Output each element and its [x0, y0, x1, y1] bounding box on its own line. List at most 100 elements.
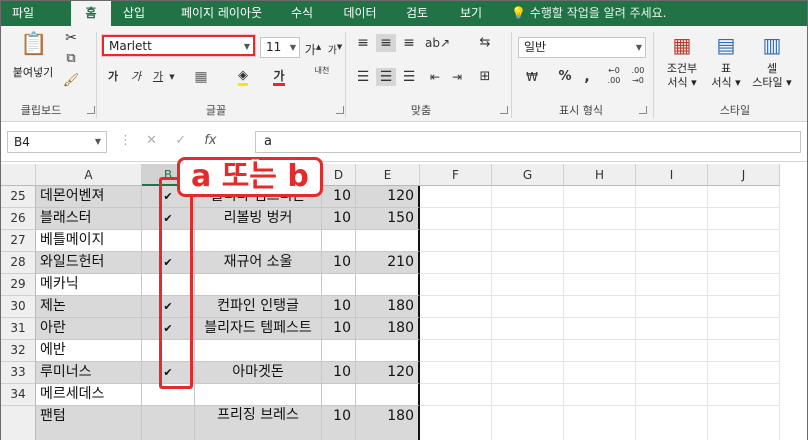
- column-header-e[interactable]: E: [356, 164, 420, 186]
- orientation-icon[interactable]: ab↗: [425, 34, 450, 52]
- cell-i[interactable]: [636, 186, 708, 208]
- row-header[interactable]: 28: [1, 252, 36, 274]
- cell-g[interactable]: [492, 296, 564, 318]
- cell-i[interactable]: [636, 296, 708, 318]
- row-header[interactable]: 25: [1, 186, 36, 208]
- cell-j[interactable]: [708, 362, 780, 384]
- cell-j[interactable]: [708, 208, 780, 230]
- format-painter-icon[interactable]: 🖌: [61, 72, 81, 90]
- row-header[interactable]: 29: [1, 274, 36, 296]
- grow-font-icon[interactable]: 가▲: [304, 38, 322, 59]
- cell-c[interactable]: 재규어 소울: [195, 252, 322, 274]
- cell-f[interactable]: [420, 362, 492, 384]
- decrease-decimal-icon[interactable]: .00 →0: [629, 66, 647, 86]
- cell-d[interactable]: 10: [322, 406, 356, 440]
- cell-g[interactable]: [492, 318, 564, 340]
- cell-a[interactable]: 에반: [36, 340, 142, 362]
- insert-function-icon[interactable]: fx: [204, 133, 216, 148]
- italic-button[interactable]: 가: [128, 68, 144, 86]
- cell-e[interactable]: [356, 340, 420, 362]
- cell-h[interactable]: [564, 406, 636, 440]
- cancel-icon[interactable]: ✕: [146, 133, 157, 148]
- font-size-combo[interactable]: 11 ▼: [260, 37, 300, 58]
- number-format-combo[interactable]: 일반 ▼: [518, 37, 646, 58]
- cell-i[interactable]: [636, 252, 708, 274]
- currency-icon[interactable]: ₩: [521, 68, 543, 86]
- align-middle-icon[interactable]: ≡: [376, 34, 396, 52]
- cell-e[interactable]: 120: [356, 186, 420, 208]
- cell-styles-button[interactable]: 셀 스타일 ▾: [745, 62, 799, 90]
- alignment-launcher-icon[interactable]: [500, 106, 508, 114]
- align-left-icon[interactable]: ☰: [353, 68, 373, 86]
- cell-d[interactable]: 10: [322, 318, 356, 340]
- column-header-a[interactable]: A: [36, 164, 142, 186]
- paste-icon[interactable]: 📋: [19, 30, 49, 60]
- cell-j[interactable]: [708, 384, 780, 406]
- cell-j[interactable]: [708, 340, 780, 362]
- cell-i[interactable]: [636, 230, 708, 252]
- row-header[interactable]: 33: [1, 362, 36, 384]
- cell-c[interactable]: 컨파인 인탱글: [195, 296, 322, 318]
- cell-e[interactable]: [356, 274, 420, 296]
- cell-a[interactable]: 메르세데스: [36, 384, 142, 406]
- clipboard-launcher-icon[interactable]: [87, 106, 95, 114]
- cell-e[interactable]: [356, 230, 420, 252]
- cell-f[interactable]: [420, 208, 492, 230]
- cell-h[interactable]: [564, 318, 636, 340]
- align-right-icon[interactable]: ☰: [399, 68, 419, 86]
- cell-f[interactable]: [420, 274, 492, 296]
- cell-c[interactable]: [195, 340, 322, 362]
- cell-f[interactable]: [420, 252, 492, 274]
- cell-j[interactable]: [708, 186, 780, 208]
- cell-h[interactable]: [564, 340, 636, 362]
- cell-c[interactable]: [195, 230, 322, 252]
- row-header[interactable]: 26: [1, 208, 36, 230]
- align-top-icon[interactable]: ≡: [353, 34, 373, 52]
- cell-e[interactable]: 150: [356, 208, 420, 230]
- cell-e[interactable]: 180: [356, 406, 420, 440]
- cell-i[interactable]: [636, 274, 708, 296]
- cell-f[interactable]: [420, 340, 492, 362]
- comma-icon[interactable]: ,: [579, 68, 595, 86]
- cell-i[interactable]: [636, 208, 708, 230]
- cell-h[interactable]: [564, 208, 636, 230]
- cell-g[interactable]: [492, 384, 564, 406]
- cell-c[interactable]: [195, 274, 322, 296]
- tab-formulas[interactable]: 수식: [282, 1, 322, 26]
- row-header[interactable]: 30: [1, 296, 36, 318]
- cell-c[interactable]: 블리자드 템페스트: [195, 318, 322, 340]
- cell-i[interactable]: [636, 318, 708, 340]
- cell-e[interactable]: 210: [356, 252, 420, 274]
- cell-styles-icon[interactable]: ▥: [759, 32, 785, 58]
- tell-me-box[interactable]: 💡 수행할 작업을 알려 주세요.: [511, 1, 666, 26]
- cell-j[interactable]: [708, 318, 780, 340]
- tab-file[interactable]: 파일: [1, 1, 45, 26]
- cell-g[interactable]: [492, 362, 564, 384]
- cell-a[interactable]: 블래스터: [36, 208, 142, 230]
- fill-color-icon[interactable]: ◈: [233, 67, 253, 86]
- cell-a[interactable]: 팬텀: [36, 406, 142, 440]
- column-header-f[interactable]: F: [420, 164, 492, 186]
- cell-c[interactable]: 프리징 브레스: [195, 406, 322, 440]
- decrease-indent-icon[interactable]: ⇤: [425, 68, 445, 86]
- wrap-text-icon[interactable]: ⇆: [475, 34, 495, 52]
- column-header-g[interactable]: G: [492, 164, 564, 186]
- cell-d[interactable]: 10: [322, 362, 356, 384]
- conditional-format-icon[interactable]: ▦: [669, 32, 695, 58]
- cell-g[interactable]: [492, 406, 564, 440]
- tab-view[interactable]: 보기: [451, 1, 491, 26]
- cell-a[interactable]: 루미너스: [36, 362, 142, 384]
- cell-e[interactable]: [356, 384, 420, 406]
- conditional-format-button[interactable]: 조건부 서식 ▾: [657, 62, 707, 90]
- cell-a[interactable]: 데몬어벤져: [36, 186, 142, 208]
- cell-h[interactable]: [564, 252, 636, 274]
- tab-insert[interactable]: 삽입: [114, 1, 154, 26]
- format-as-table-icon[interactable]: ▤: [713, 32, 739, 58]
- cell-g[interactable]: [492, 340, 564, 362]
- cell-d[interactable]: [322, 274, 356, 296]
- cell-f[interactable]: [420, 230, 492, 252]
- cut-icon[interactable]: ✂: [61, 29, 81, 47]
- cell-g[interactable]: [492, 230, 564, 252]
- cell-d[interactable]: [322, 384, 356, 406]
- cell-j[interactable]: [708, 252, 780, 274]
